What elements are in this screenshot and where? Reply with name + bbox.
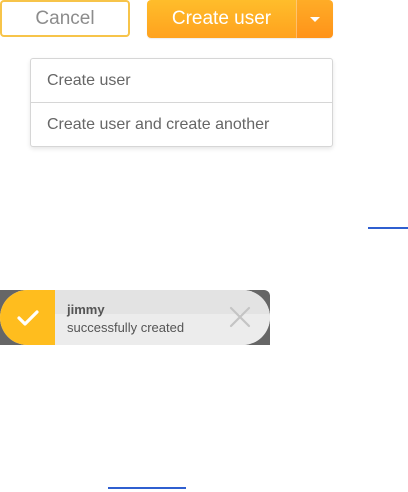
toast-title: jimmy xyxy=(67,302,105,317)
create-user-split-button: Create user xyxy=(147,0,333,38)
close-icon[interactable] xyxy=(226,303,254,331)
toast-message: successfully created xyxy=(67,320,185,335)
toast-pill: jimmy successfully created xyxy=(0,290,270,345)
link-underline-fragment xyxy=(368,227,408,229)
menu-item-create-user[interactable]: Create user xyxy=(31,59,332,102)
link-underline-fragment xyxy=(108,487,186,489)
success-toast: jimmy successfully created xyxy=(0,290,270,345)
create-user-button[interactable]: Create user xyxy=(147,0,296,38)
chevron-down-icon xyxy=(310,16,320,22)
menu-item-create-user-and-another[interactable]: Create user and create another xyxy=(31,102,332,146)
toast-body: jimmy successfully created xyxy=(55,290,270,345)
check-icon xyxy=(0,290,55,345)
page: Cancel Create user Create user Create us… xyxy=(0,0,408,492)
cancel-button[interactable]: Cancel xyxy=(0,0,130,37)
create-options-menu: Create user Create user and create anoth… xyxy=(30,58,333,147)
create-options-toggle[interactable] xyxy=(296,0,333,38)
